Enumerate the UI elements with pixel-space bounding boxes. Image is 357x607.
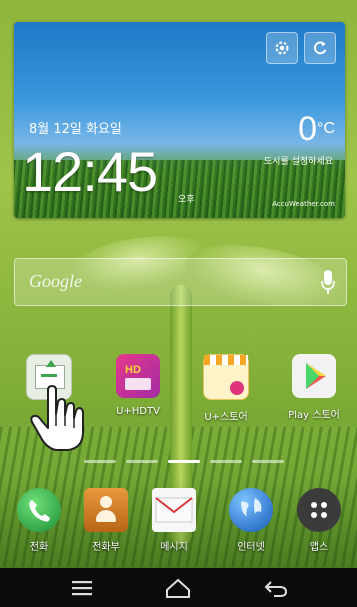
google-search-bar[interactable]: Google <box>14 258 347 306</box>
phone-icon <box>17 488 61 532</box>
app-label: U+HDTV <box>116 406 160 417</box>
weather-widget[interactable]: 8월 12일 화요일 12:45 오후 0°C 도시를 설정하세요 AccuWe… <box>14 22 345 218</box>
play-store-icon <box>292 354 336 398</box>
dock-label: 앱스 <box>309 542 329 553</box>
page-dot[interactable] <box>126 460 158 463</box>
page-dot[interactable] <box>252 460 284 463</box>
app-uplus-hdtv[interactable]: HD U+HDTV <box>103 354 173 417</box>
apps-icon <box>297 488 341 532</box>
app-label: U+스토어 <box>204 412 248 423</box>
clock-ampm: 오후 <box>178 195 195 205</box>
weather-date: 8월 12일 화요일 <box>29 122 122 137</box>
dock-label: 메시지 <box>160 542 188 553</box>
page-dot-active[interactable] <box>168 460 200 463</box>
dock-label: 전화부 <box>92 542 120 553</box>
page-indicator[interactable] <box>84 460 284 463</box>
home-screen: 8월 12일 화요일 12:45 오후 0°C 도시를 설정하세요 AccuWe… <box>0 0 357 607</box>
message-icon <box>152 488 196 532</box>
app-uplus-store[interactable]: U+스토어 <box>191 354 261 423</box>
dock: 전화 전화부 메시지 인터넷 앱스 <box>0 476 357 568</box>
hand-pointer-icon <box>30 385 84 451</box>
page-dot[interactable] <box>210 460 242 463</box>
weather-location[interactable]: 도시를 설정하세요 <box>264 154 333 167</box>
page-dot[interactable] <box>84 460 116 463</box>
dock-contacts[interactable]: 전화부 <box>77 488 135 553</box>
settings-icon[interactable] <box>266 32 298 64</box>
uplus-store-icon <box>203 354 249 400</box>
home-icon[interactable] <box>158 575 198 601</box>
temperature-unit: °C <box>317 120 335 137</box>
dock-label: 전화 <box>29 542 49 553</box>
contacts-icon <box>84 488 128 532</box>
weather-brand: AccuWeather.com <box>272 200 335 208</box>
uplus-hdtv-icon: HD <box>116 354 160 398</box>
clock-time: 12:45 <box>22 140 158 203</box>
mic-icon[interactable] <box>320 269 336 295</box>
dock-internet[interactable]: 인터넷 <box>222 488 280 553</box>
dock-phone[interactable]: 전화 <box>10 488 68 553</box>
google-logo: Google <box>29 271 82 291</box>
internet-icon <box>229 488 273 532</box>
dock-message[interactable]: 메시지 <box>145 488 203 553</box>
menu-icon[interactable] <box>62 575 102 601</box>
back-icon[interactable] <box>256 575 296 601</box>
temperature-value: 0 <box>298 110 318 148</box>
dock-apps[interactable]: 앱스 <box>290 488 348 553</box>
app-play-store[interactable]: Play 스토어 <box>279 354 349 421</box>
dock-label: 인터넷 <box>237 542 265 553</box>
refresh-icon[interactable] <box>304 32 336 64</box>
temperature: 0°C <box>298 110 335 148</box>
navigation-bar <box>0 568 357 607</box>
app-label: Play 스토어 <box>288 410 340 421</box>
